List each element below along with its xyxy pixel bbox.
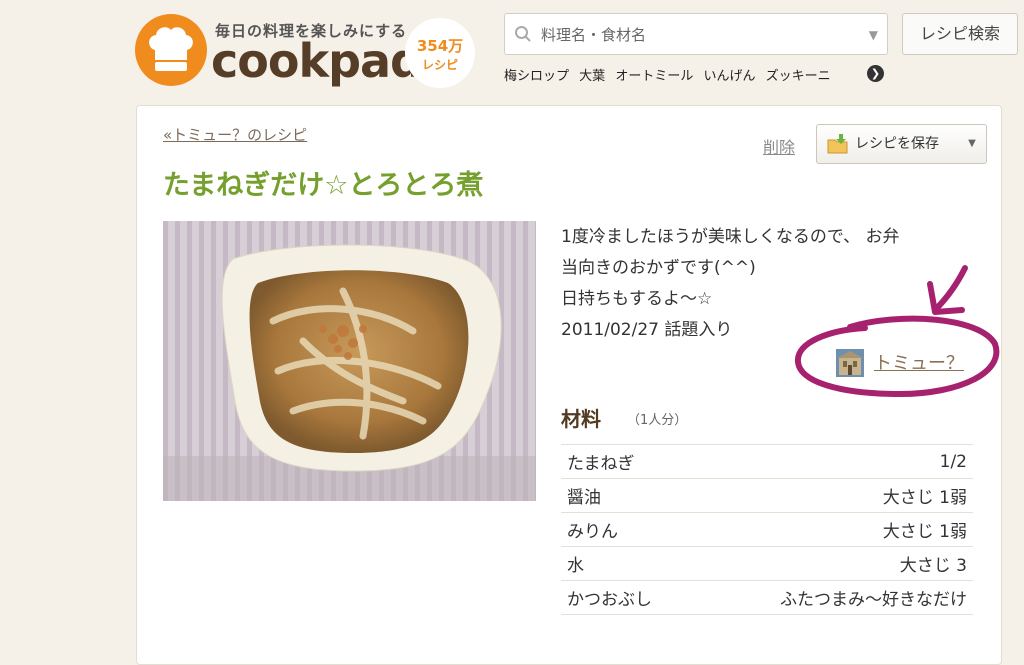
keyword-link[interactable]: 梅シロップ — [504, 69, 569, 84]
ingredient-name: 水 — [561, 546, 696, 581]
ingredients-heading: 材料 — [561, 407, 601, 431]
annotation-circle-arrow — [795, 265, 1000, 397]
keyword-link[interactable]: ズッキーニ — [766, 69, 831, 84]
ingredient-quantity: 1/2 — [696, 444, 973, 479]
logo-wordmark: cookpad — [211, 34, 423, 88]
chef-hat-icon — [135, 14, 207, 86]
ingredient-row: かつおぶし ふたつまみ～好きなだけ — [561, 580, 973, 615]
author-name[interactable]: トミュー？ — [874, 349, 964, 375]
ingredient-name: みりん — [561, 512, 696, 547]
keyword-link[interactable]: オートミール — [615, 69, 693, 84]
author-avatar — [836, 349, 864, 377]
ingredients-serving: （1人分） — [627, 413, 688, 428]
keyword-link[interactable]: 大葉 — [579, 69, 605, 84]
delete-link[interactable]: 削除 — [763, 134, 795, 158]
ingredient-row: 醤油 大さじ 1弱 — [561, 478, 973, 513]
search-dropdown-icon[interactable]: ▼ — [869, 28, 878, 42]
ingredient-row: たまねぎ 1/2 — [561, 444, 973, 479]
ingredient-quantity: 大さじ 1弱 — [696, 478, 973, 513]
recipe-count: 354万 — [416, 37, 464, 55]
folder-save-icon — [827, 134, 848, 154]
cookpad-logo[interactable]: 毎日の料理を楽しみにする cookpad 354万 レシピ — [135, 12, 475, 88]
ingredient-quantity: ふたつまみ～好きなだけ — [696, 580, 973, 615]
recipe-count-badge: 354万 レシピ — [405, 18, 475, 88]
recipe-title: たまねぎだけ☆とろとろ煮 — [163, 170, 484, 201]
recipe-photo — [163, 221, 536, 501]
ingredient-quantity: 大さじ 1弱 — [696, 512, 973, 547]
ingredients-table: たまねぎ 1/2 醤油 大さじ 1弱 みりん 大さじ 1弱 水 大さじ 3 かつ… — [561, 444, 973, 615]
ingredient-row: みりん 大さじ 1弱 — [561, 512, 973, 547]
breadcrumb-author-recipes[interactable]: «トミュー？のレシピ — [163, 124, 307, 145]
keyword-link[interactable]: いんげん — [703, 69, 755, 84]
save-dropdown-icon[interactable]: ▼ — [958, 124, 987, 164]
search-button[interactable]: レシピ検索 — [902, 13, 1018, 55]
ingredient-name: かつおぶし — [561, 580, 696, 615]
keywords-next-icon[interactable]: ❯ — [867, 65, 884, 82]
recipe-count-unit: レシピ — [421, 58, 458, 72]
ingredient-row: 水 大さじ 3 — [561, 546, 973, 581]
ingredient-name: たまねぎ — [561, 444, 696, 479]
search-icon — [515, 26, 531, 42]
description-line: 1度冷ましたほうが美味しくなるので、 お弁 — [561, 227, 900, 247]
ingredient-name: 醤油 — [561, 478, 696, 513]
search-input[interactable] — [539, 14, 863, 56]
save-recipe-label: レシピを保存 — [855, 136, 939, 152]
search-box: ▼ — [504, 13, 888, 56]
trending-keywords: 梅シロップ 大葉 オートミール いんげん ズッキーニ — [504, 65, 837, 84]
ingredient-quantity: 大さじ 3 — [696, 546, 973, 581]
save-recipe-button[interactable]: レシピを保存 — [816, 124, 959, 164]
